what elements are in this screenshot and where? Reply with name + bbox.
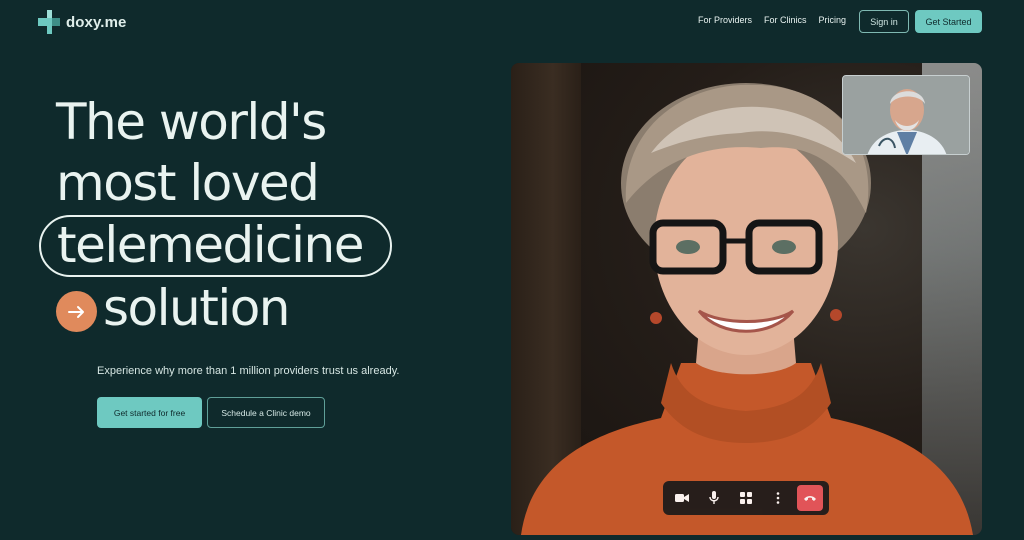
- end-call-icon[interactable]: [797, 485, 823, 511]
- more-vertical-icon[interactable]: [765, 485, 791, 511]
- hero-subtext: Experience why more than 1 million provi…: [97, 365, 400, 377]
- top-nav: doxy.me For Providers For Clinics Pricin…: [0, 0, 1024, 44]
- call-controls-toolbar: [663, 481, 829, 515]
- hero-heading-line-3: telemedicine: [57, 216, 364, 274]
- logo[interactable]: doxy.me: [38, 9, 126, 35]
- sign-in-button[interactable]: Sign in: [859, 10, 909, 33]
- hero-heading-line-2: most loved: [56, 154, 320, 212]
- logo-icon: [38, 10, 60, 34]
- nav-links: For Providers For Clinics Pricing: [698, 15, 846, 25]
- get-started-button[interactable]: Get Started: [915, 10, 982, 33]
- arrow-right-icon: [56, 291, 97, 332]
- get-started-free-button[interactable]: Get started for free: [97, 397, 202, 428]
- hero-heading-line-1: The world's: [56, 93, 327, 151]
- brand-name: doxy.me: [66, 13, 127, 31]
- apps-icon[interactable]: [733, 485, 759, 511]
- hero-heading-line-4: solution: [103, 279, 291, 337]
- schedule-demo-button[interactable]: Schedule a Clinic demo: [207, 397, 325, 428]
- microphone-icon[interactable]: [701, 485, 727, 511]
- camera-icon[interactable]: [669, 485, 695, 511]
- provider-video-image: [843, 76, 969, 154]
- nav-link-pricing[interactable]: Pricing: [818, 15, 846, 25]
- video-call-preview: [511, 63, 982, 535]
- nav-link-for-clinics[interactable]: For Clinics: [764, 15, 807, 25]
- provider-video-thumbnail: [842, 75, 970, 155]
- nav-link-for-providers[interactable]: For Providers: [698, 15, 752, 25]
